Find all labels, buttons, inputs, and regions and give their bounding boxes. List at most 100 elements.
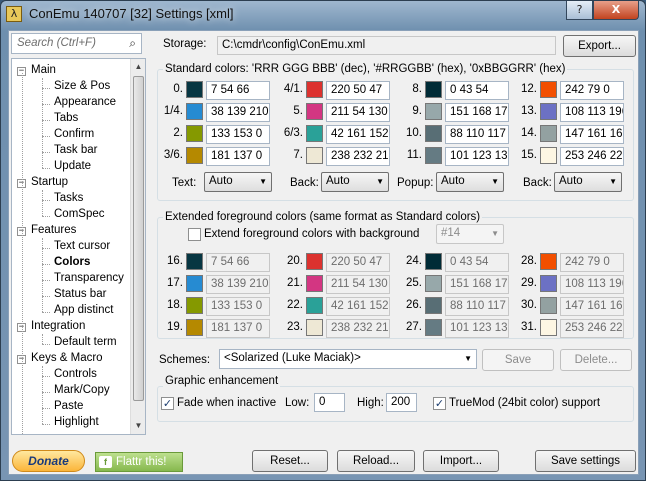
export-button[interactable]: Export... — [563, 35, 636, 57]
color-swatch[interactable] — [425, 147, 442, 164]
text-color-select[interactable]: Auto ▼ — [204, 172, 272, 192]
color-value-input[interactable]: 7 54 66 — [206, 81, 270, 100]
color-swatch[interactable] — [186, 253, 203, 270]
settings-tree[interactable]: ▲ ▼ Main − Size & Pos Appearance Tabs Confirm… — [11, 58, 146, 435]
tree-item-appearance[interactable]: Appearance — [54, 96, 116, 108]
tree-item-size-pos[interactable]: Size & Pos — [54, 80, 110, 92]
tree-item-status-bar[interactable]: Status bar — [54, 288, 106, 300]
scroll-down-arrow[interactable]: ▼ — [132, 418, 145, 433]
tree-item-text-cursor[interactable]: Text cursor — [54, 240, 110, 252]
back-color-select[interactable]: Auto ▼ — [321, 172, 389, 192]
tree-item-colors[interactable]: Colors — [54, 256, 90, 268]
color-value-input[interactable]: 211 54 130 — [326, 275, 390, 294]
tree-item-mark-copy[interactable]: Mark/Copy — [54, 384, 110, 396]
scheme-save-button[interactable]: Save — [482, 349, 554, 371]
color-value-input[interactable]: 151 168 170 — [445, 103, 509, 122]
color-swatch[interactable] — [306, 275, 323, 292]
color-value-input[interactable]: 88 110 117 — [445, 125, 509, 144]
color-value-input[interactable]: 101 123 131 — [445, 319, 509, 338]
color-value-input[interactable]: 7 54 66 — [206, 253, 270, 272]
tree-scrollbar[interactable]: ▲ ▼ — [130, 59, 145, 434]
fade-inactive-label[interactable]: Fade when inactive — [177, 397, 276, 409]
color-value-input[interactable]: 253 246 227 — [560, 319, 624, 338]
tree-item-update[interactable]: Update — [54, 160, 91, 172]
title-bar[interactable]: λ ConEmu 140707 [32] Settings [xml] ? X — [1, 1, 645, 29]
color-value-input[interactable]: 133 153 0 — [206, 125, 270, 144]
color-swatch[interactable] — [186, 103, 203, 120]
color-swatch[interactable] — [186, 125, 203, 142]
scroll-up-arrow[interactable]: ▲ — [132, 59, 145, 74]
schemes-select[interactable]: <Solarized (Luke Maciak)> ▼ — [219, 349, 477, 369]
color-value-input[interactable]: 0 43 54 — [445, 253, 509, 272]
color-value-input[interactable]: 253 246 227 — [560, 147, 624, 166]
color-swatch[interactable] — [540, 253, 557, 270]
color-swatch[interactable] — [306, 81, 323, 98]
color-value-input[interactable]: 220 50 47 — [326, 81, 390, 100]
color-value-input[interactable]: 181 137 0 — [206, 319, 270, 338]
color-value-input[interactable]: 220 50 47 — [326, 253, 390, 272]
color-swatch[interactable] — [540, 125, 557, 142]
color-value-input[interactable]: 101 123 131 — [445, 147, 509, 166]
color-swatch[interactable] — [186, 275, 203, 292]
tree-item-transparency[interactable]: Transparency — [54, 272, 124, 284]
high-input[interactable]: 200 — [386, 393, 417, 412]
color-value-input[interactable]: 211 54 130 — [326, 103, 390, 122]
tree-item-app-distinct[interactable]: App distinct — [54, 304, 113, 316]
color-swatch[interactable] — [425, 297, 442, 314]
truemod-checkbox[interactable]: ✓ — [433, 397, 446, 410]
color-value-input[interactable]: 147 161 161 — [560, 297, 624, 316]
tree-item-controls[interactable]: Controls — [54, 368, 97, 380]
color-swatch[interactable] — [186, 147, 203, 164]
tree-item-comspec[interactable]: ComSpec — [54, 208, 105, 220]
help-button[interactable]: ? — [566, 1, 593, 20]
color-swatch[interactable] — [306, 319, 323, 336]
storage-path[interactable]: C:\cmdr\config\ConEmu.xml — [217, 36, 556, 55]
color-value-input[interactable]: 38 139 210 — [206, 275, 270, 294]
search-input[interactable]: Search (Ctrl+F) ⌕ — [11, 33, 142, 54]
color-value-input[interactable]: 238 232 213 — [326, 147, 390, 166]
color-value-input[interactable]: 42 161 152 — [326, 297, 390, 316]
color-swatch[interactable] — [425, 125, 442, 142]
color-swatch[interactable] — [425, 103, 442, 120]
color-value-input[interactable]: 242 79 0 — [560, 81, 624, 100]
color-swatch[interactable] — [540, 103, 557, 120]
color-value-input[interactable]: 42 161 152 — [326, 125, 390, 144]
tree-item-highlight[interactable]: Highlight — [54, 416, 99, 428]
scroll-thumb[interactable] — [133, 76, 144, 401]
tree-item-features[interactable]: Features — [31, 224, 76, 236]
color-value-input[interactable]: 0 43 54 — [445, 81, 509, 100]
color-swatch[interactable] — [540, 275, 557, 292]
low-input[interactable]: 0 — [314, 393, 345, 412]
color-swatch[interactable] — [425, 253, 442, 270]
close-button[interactable]: X — [593, 1, 639, 20]
color-swatch[interactable] — [540, 297, 557, 314]
color-swatch[interactable] — [540, 81, 557, 98]
save-settings-button[interactable]: Save settings — [535, 450, 636, 472]
color-swatch[interactable] — [425, 275, 442, 292]
search-icon[interactable]: ⌕ — [129, 36, 136, 51]
app-icon[interactable]: λ — [6, 6, 22, 22]
color-value-input[interactable]: 242 79 0 — [560, 253, 624, 272]
color-swatch[interactable] — [540, 319, 557, 336]
tree-item-task-bar[interactable]: Task bar — [54, 144, 97, 156]
extend-foreground-checkbox[interactable] — [188, 228, 201, 241]
extend-index-select[interactable]: #14 ▼ — [436, 224, 504, 244]
tree-item-confirm[interactable]: Confirm — [54, 128, 94, 140]
reload-button[interactable]: Reload... — [337, 450, 415, 472]
color-swatch[interactable] — [425, 319, 442, 336]
color-value-input[interactable]: 108 113 196 — [560, 275, 624, 294]
tree-item-main[interactable]: Main — [31, 64, 56, 76]
tree-item-paste[interactable]: Paste — [54, 400, 83, 412]
truemod-label[interactable]: TrueMod (24bit color) support — [449, 397, 600, 409]
import-button[interactable]: Import... — [423, 450, 499, 472]
color-swatch[interactable] — [186, 81, 203, 98]
color-swatch[interactable] — [540, 147, 557, 164]
color-value-input[interactable]: 133 153 0 — [206, 297, 270, 316]
color-value-input[interactable]: 147 161 161 — [560, 125, 624, 144]
reset-button[interactable]: Reset... — [252, 450, 328, 472]
color-value-input[interactable]: 38 139 210 — [206, 103, 270, 122]
color-value-input[interactable]: 181 137 0 — [206, 147, 270, 166]
tree-item-tasks[interactable]: Tasks — [54, 192, 83, 204]
color-value-input[interactable]: 88 110 117 — [445, 297, 509, 316]
popup-back-color-select[interactable]: Auto ▼ — [554, 172, 622, 192]
